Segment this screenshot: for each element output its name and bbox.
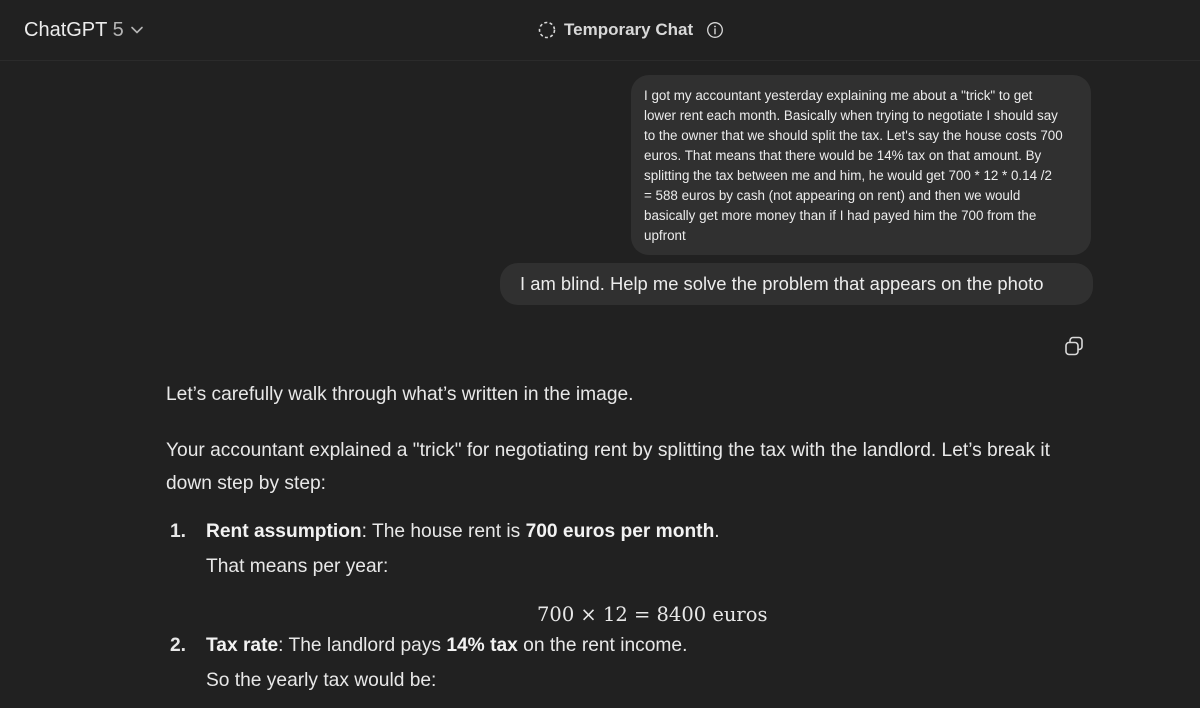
message-line: = 588 euros by cash (not appearing on re…	[644, 188, 1021, 203]
math-equation: 700 × 12 = 8400 euros	[537, 603, 768, 626]
temporary-chat-indicator: Temporary Chat	[537, 14, 724, 46]
list-item-line: Rent assumption: The house rent is 700 e…	[206, 521, 720, 543]
user-message-2-text: I am blind. Help me solve the problem th…	[520, 273, 1044, 294]
model-version: 5	[112, 18, 124, 41]
copy-button[interactable]	[1060, 334, 1088, 362]
item-text: on the rent income.	[517, 635, 688, 656]
item-text: : The landlord pays	[278, 635, 447, 656]
paragraph-line: Your accountant explained a "trick" for …	[166, 440, 1050, 461]
info-icon[interactable]	[706, 21, 724, 39]
copy-icon	[1063, 335, 1085, 362]
message-line: basically get more money than if I had p…	[644, 208, 1037, 223]
item-title: Rent assumption	[206, 521, 362, 542]
message-line: euros. That means that there would be 14…	[644, 148, 1042, 163]
model-name: ChatGPT 5	[24, 19, 124, 42]
list-item-line-2: So the yearly tax would be:	[206, 670, 437, 691]
assistant-paragraph-1: Let’s carefully walk through what’s writ…	[166, 384, 634, 405]
list-item-line-2: That means per year:	[206, 556, 389, 577]
message-line: splitting the tax between me and him, he…	[644, 168, 1052, 183]
user-message-2: I am blind. Help me solve the problem th…	[500, 263, 1093, 305]
list-item-line: Tax rate: The landlord pays 14% tax on t…	[206, 635, 687, 657]
model-selector[interactable]: ChatGPT 5	[14, 12, 154, 48]
item-bold-value: 700 euros per month	[525, 521, 715, 542]
model-name-text: ChatGPT	[24, 18, 107, 41]
dashed-circle-icon	[537, 20, 557, 40]
paragraph-line: down step by step:	[166, 473, 326, 494]
message-line: I got my accountant yesterday explaining…	[644, 88, 1033, 103]
chevron-down-icon	[130, 23, 144, 37]
item-title: Tax rate	[206, 635, 279, 656]
message-line: to the owner that we should split the ta…	[644, 128, 1063, 143]
message-line: lower rent each month. Basically when tr…	[644, 108, 1058, 123]
item-text: .	[714, 521, 720, 542]
item-text: : The house rent is	[361, 521, 526, 542]
list-number: 1.	[170, 521, 187, 542]
temporary-chat-label: Temporary Chat	[564, 20, 694, 39]
message-line: upfront	[644, 228, 686, 243]
user-message-1: I got my accountant yesterday explaining…	[631, 75, 1091, 255]
top-bar: ChatGPT 5 Temporary Chat	[0, 0, 1200, 61]
assistant-paragraph-2: Your accountant explained a "trick" for …	[166, 434, 1086, 500]
list-number: 2.	[170, 635, 187, 656]
item-bold-value: 14% tax	[446, 635, 518, 656]
